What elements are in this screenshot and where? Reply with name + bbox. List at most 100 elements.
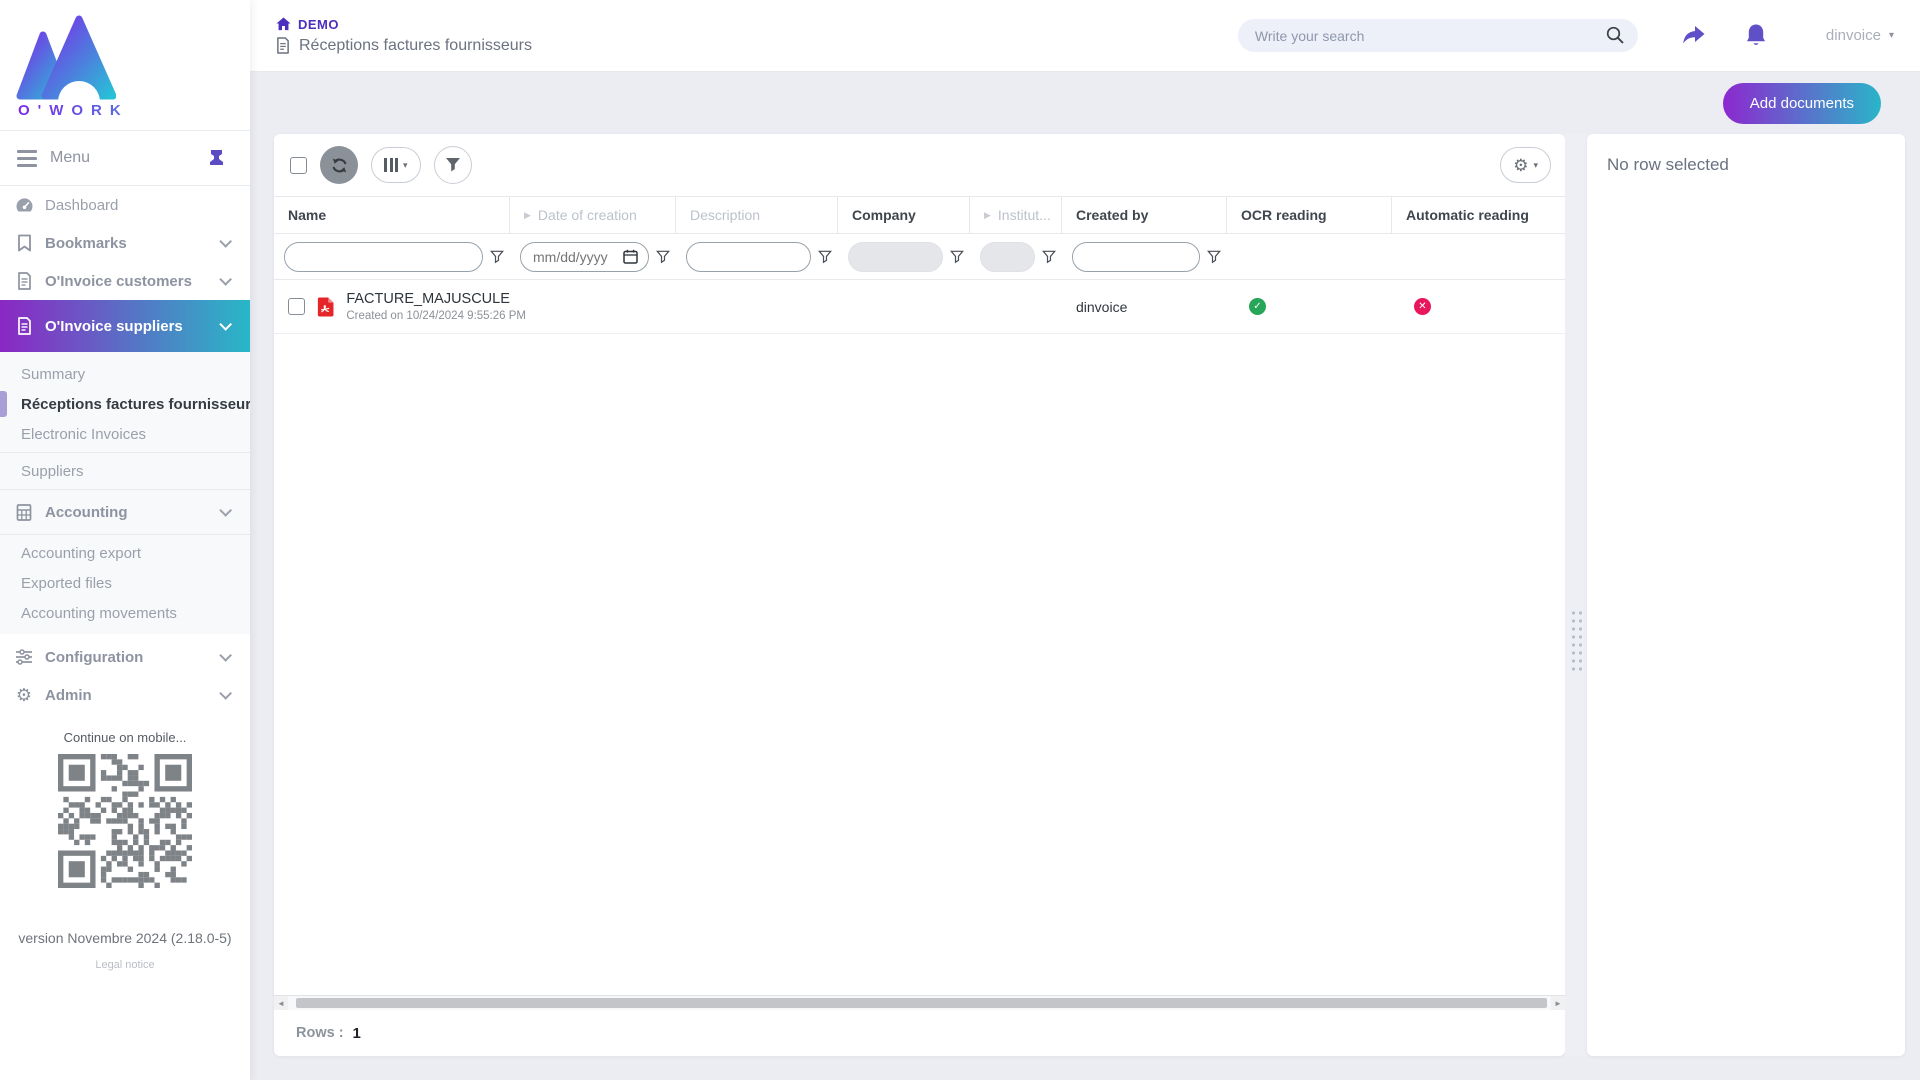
brand-logo[interactable]: O'WORK <box>0 0 250 130</box>
sidebar-footer: Continue on mobile... version Novembre 2… <box>0 714 250 971</box>
sidebar-item-bookmarks[interactable]: Bookmarks <box>0 224 250 262</box>
pin-icon[interactable] <box>208 149 225 168</box>
sidebar-item-summary[interactable]: Summary <box>0 359 250 389</box>
version-text: version Novembre 2024 (2.18.0-5) <box>0 930 250 946</box>
legal-notice-link[interactable]: Legal notice <box>0 959 250 971</box>
funnel-icon <box>445 157 461 173</box>
filter-button[interactable] <box>434 146 472 184</box>
search-input[interactable] <box>1238 19 1638 52</box>
sidebar-item-accounting-movements[interactable]: Accounting movements <box>0 598 250 628</box>
qr-code <box>58 754 192 888</box>
mobile-caption: Continue on mobile... <box>0 730 250 745</box>
columns-icon <box>384 158 398 172</box>
horizontal-scrollbar[interactable]: ◄ ► <box>274 995 1565 1010</box>
calculator-icon <box>14 502 34 522</box>
caret-down-icon: ▾ <box>1533 160 1538 171</box>
sidebar-item-oinvoice-customers[interactable]: O'Invoice customers <box>0 262 250 300</box>
sidebar-item-label: Admin <box>45 687 219 704</box>
sidebar-item-dashboard[interactable]: Dashboard <box>0 186 250 224</box>
calendar-icon[interactable] <box>623 249 638 264</box>
funnel-icon[interactable] <box>490 250 504 264</box>
scroll-left-button[interactable]: ◄ <box>274 996 288 1010</box>
divider <box>0 452 250 453</box>
actions-row: Add documents <box>274 72 1905 134</box>
home-icon <box>276 17 291 31</box>
column-header-ocr-reading[interactable]: OCR reading <box>1227 197 1392 233</box>
sidebar-item-accounting[interactable]: Accounting <box>0 493 250 531</box>
funnel-icon[interactable] <box>656 250 670 264</box>
divider <box>0 534 250 535</box>
sidebar-item-label: O'Invoice suppliers <box>45 318 219 335</box>
sidebar-item-exported-files[interactable]: Exported files <box>0 568 250 598</box>
content-area: Add documents <box>250 72 1920 1080</box>
add-documents-button[interactable]: Add documents <box>1723 83 1881 124</box>
gear-icon: ⚙ <box>1513 157 1528 174</box>
app-root: O'WORK Menu Dashboard Bookmarks <box>0 0 1920 1080</box>
topbar: DEMO Réceptions factures fournisseurs <box>250 0 1920 72</box>
rows-label: Rows : <box>296 1025 344 1041</box>
column-header-created-by[interactable]: Created by <box>1062 197 1227 233</box>
refresh-button[interactable] <box>320 146 358 184</box>
filter-created-by-input[interactable] <box>1072 242 1200 272</box>
column-header-institution[interactable]: ▶ Institut... <box>970 197 1062 233</box>
sidebar-item-oinvoice-suppliers[interactable]: O'Invoice suppliers <box>0 300 250 352</box>
bell-icon <box>1744 23 1768 49</box>
created-by-value: dinvoice <box>1076 299 1127 315</box>
funnel-icon[interactable] <box>950 250 964 264</box>
share-button[interactable] <box>1680 25 1706 47</box>
column-header-date-of-creation[interactable]: ▶ Date of creation <box>510 197 676 233</box>
column-header-description[interactable]: Description <box>676 197 838 233</box>
scroll-right-button[interactable]: ► <box>1551 996 1565 1010</box>
user-menu[interactable]: dinvoice ▾ <box>1826 27 1894 44</box>
breadcrumb: DEMO Réceptions factures fournisseurs <box>276 17 532 55</box>
funnel-icon[interactable] <box>1207 250 1221 264</box>
sidebar: O'WORK Menu Dashboard Bookmarks <box>0 0 250 1080</box>
gear-icon: ⚙ <box>14 685 34 705</box>
invoice-document-icon <box>14 271 34 291</box>
document-icon <box>276 37 290 54</box>
suppliers-submenu: Summary Réceptions factures fournisseur … <box>0 352 250 634</box>
filter-date-input[interactable] <box>533 249 617 265</box>
filter-description-input[interactable] <box>686 242 811 272</box>
breadcrumb-home[interactable]: DEMO <box>276 17 532 32</box>
notifications-button[interactable] <box>1744 23 1768 49</box>
column-header-name[interactable]: Name <box>274 197 510 233</box>
row-checkbox[interactable] <box>288 298 305 315</box>
search-icon[interactable] <box>1606 26 1625 45</box>
sidebar-item-label: Bookmarks <box>45 235 219 252</box>
scrollbar-track[interactable] <box>288 996 1551 1010</box>
scrollbar-thumb[interactable] <box>296 998 1547 1008</box>
work-row: ▾ ⚙ ▾ <box>274 134 1905 1056</box>
user-name: dinvoice <box>1826 27 1881 44</box>
documents-table-card: ▾ ⚙ ▾ <box>274 134 1565 1056</box>
filter-institution-input <box>980 242 1035 272</box>
column-header-company[interactable]: Company <box>838 197 970 233</box>
table-row[interactable]: FACTURE_MAJUSCULE Created on 10/24/2024 … <box>274 280 1565 334</box>
table-footer: Rows : 1 <box>274 1010 1565 1056</box>
sidebar-menu-toggle[interactable]: Menu <box>0 130 250 186</box>
sliders-icon <box>14 647 34 667</box>
sidebar-item-suppliers[interactable]: Suppliers <box>0 456 250 486</box>
table-settings-button[interactable]: ⚙ ▾ <box>1500 147 1551 183</box>
sort-arrow-icon: ▶ <box>984 210 991 221</box>
chevron-down-icon <box>219 687 232 700</box>
share-icon <box>1680 25 1706 47</box>
sidebar-item-electronic-invoices[interactable]: Electronic Invoices <box>0 419 250 449</box>
caret-down-icon: ▾ <box>403 160 408 171</box>
dashboard-icon <box>14 195 34 215</box>
select-all-checkbox[interactable] <box>290 157 307 174</box>
funnel-icon[interactable] <box>1042 250 1056 264</box>
columns-button[interactable]: ▾ <box>371 147 421 183</box>
drag-handle[interactable] <box>1569 608 1583 672</box>
funnel-icon[interactable] <box>818 250 832 264</box>
filter-name-input[interactable] <box>284 242 483 272</box>
sidebar-item-admin[interactable]: ⚙ Admin <box>0 676 250 714</box>
sidebar-item-configuration[interactable]: Configuration <box>0 638 250 676</box>
sidebar-item-accounting-export[interactable]: Accounting export <box>0 538 250 568</box>
table-filter-row <box>274 234 1565 280</box>
column-header-automatic-reading[interactable]: Automatic reading <box>1392 197 1565 233</box>
table-empty-space <box>274 334 1565 995</box>
sidebar-item-receptions-factures[interactable]: Réceptions factures fournisseur 0 <box>0 389 250 419</box>
detail-panel: No row selected <box>1587 134 1905 1056</box>
document-info: FACTURE_MAJUSCULE Created on 10/24/2024 … <box>346 291 502 322</box>
